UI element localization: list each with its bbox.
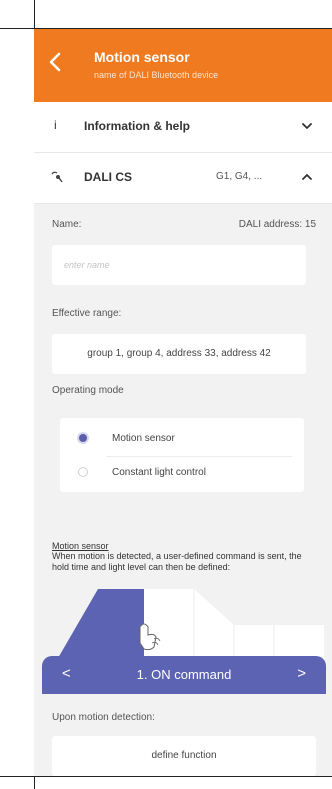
sensor-icon [51, 171, 63, 183]
chevron-left-icon [49, 52, 61, 72]
command-panel: < 1. ON command > Upon motion detection:… [42, 656, 326, 776]
dali-cs-row[interactable]: DALI CS G1, G4, ... [34, 153, 332, 204]
guide-line [34, 776, 35, 789]
info-help-row[interactable]: i Information & help [34, 102, 332, 153]
operating-mode-options: Motion sensor Constant light control [60, 418, 304, 492]
command-panel-body: Upon motion detection: define function [42, 694, 326, 776]
info-help-label: Information & help [84, 119, 190, 133]
radio-unselected-icon [78, 467, 88, 477]
dali-cs-label: DALI CS [84, 170, 132, 184]
guide-line [0, 776, 332, 777]
motion-detection-label: Upon motion detection: [52, 712, 155, 723]
effective-range-value: group 1, group 4, address 33, address 42 [87, 348, 271, 359]
define-function-label: define function [151, 750, 217, 761]
on-phase-shape [54, 589, 144, 665]
mode-option-label: Motion sensor [112, 433, 175, 444]
name-label: Name: [52, 219, 82, 230]
description-title: Motion sensor [52, 541, 109, 551]
mode-option-label: Constant light control [112, 467, 206, 478]
app-screen: Motion sensor name of DALI Bluetooth dev… [34, 29, 332, 776]
app-header: Motion sensor name of DALI Bluetooth dev… [34, 29, 332, 102]
dali-cs-groups: G1, G4, ... [216, 171, 263, 182]
command-panel-header: < 1. ON command > [42, 656, 326, 694]
radio-selected-icon [77, 432, 89, 444]
mode-option-motion-sensor[interactable]: Motion sensor [60, 424, 304, 454]
define-function-button[interactable]: define function [52, 736, 316, 776]
info-icon: i [54, 118, 57, 132]
dali-address: DALI address: 15 [238, 219, 316, 230]
effective-range-field[interactable]: group 1, group 4, address 33, address 42 [52, 334, 306, 374]
next-command-button[interactable]: > [297, 665, 306, 682]
mode-option-constant-light[interactable]: Constant light control [60, 458, 304, 488]
back-button[interactable] [44, 49, 66, 75]
chevron-down-icon [302, 123, 312, 129]
name-input[interactable]: enter name [52, 245, 306, 285]
page-title: Motion sensor [94, 49, 190, 65]
operating-mode-label: Operating mode [52, 385, 124, 396]
name-placeholder: enter name [64, 260, 110, 270]
light-level-diagram [54, 589, 324, 665]
command-title: 1. ON command [136, 667, 232, 682]
guide-line [34, 0, 35, 29]
divider [106, 456, 292, 457]
description-text: When motion is detected, a user-defined … [52, 551, 302, 572]
page-subtitle: name of DALI Bluetooth device [94, 70, 219, 80]
effective-range-label: Effective range: [52, 308, 122, 319]
chevron-up-icon [302, 174, 312, 180]
